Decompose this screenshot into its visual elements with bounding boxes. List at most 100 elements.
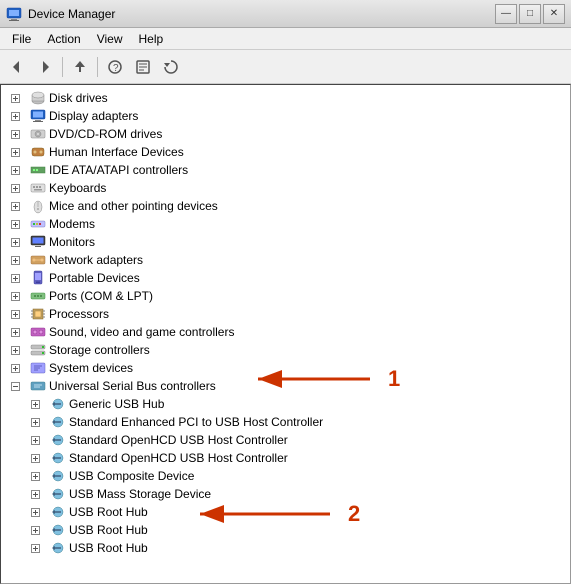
tree-expander[interactable] <box>27 504 43 520</box>
tree-item-dvd-cdrom[interactable]: DVD/CD-ROM drives <box>1 125 570 143</box>
tree-item-storage-controllers[interactable]: Storage controllers <box>1 341 570 359</box>
tree-item-label: Standard Enhanced PCI to USB Host Contro… <box>69 415 323 429</box>
close-button[interactable]: ✕ <box>543 4 565 24</box>
tree-item-icon-usb-device <box>50 432 66 448</box>
tree-item-icon-system <box>30 360 46 376</box>
tree-item-generic-usb-hub[interactable]: Generic USB Hub <box>1 395 570 413</box>
tree-item-label: Processors <box>49 307 109 321</box>
tree-expander[interactable] <box>27 540 43 556</box>
tree-item-label: USB Root Hub <box>69 523 148 537</box>
tree-item-system-devices[interactable]: System devices <box>1 359 570 377</box>
tree-expander[interactable] <box>7 180 23 196</box>
tree-item-sound-video[interactable]: Sound, video and game controllers <box>1 323 570 341</box>
tree-item-monitors[interactable]: Monitors <box>1 233 570 251</box>
tree-item-modems[interactable]: Modems <box>1 215 570 233</box>
tree-item-mice[interactable]: Mice and other pointing devices <box>1 197 570 215</box>
title-bar: Device Manager — □ ✕ <box>0 0 571 28</box>
back-icon <box>9 59 25 75</box>
tree-expander[interactable] <box>27 468 43 484</box>
minimize-button[interactable]: — <box>495 4 517 24</box>
tree-item-usb-root-hub-2[interactable]: USB Root Hub <box>1 521 570 539</box>
tree-item-label: DVD/CD-ROM drives <box>49 127 162 141</box>
tree-item-label: Standard OpenHCD USB Host Controller <box>69 433 288 447</box>
tree-expander[interactable] <box>27 486 43 502</box>
tree-expander[interactable] <box>7 252 23 268</box>
tree-item-ports[interactable]: Ports (COM & LPT) <box>1 287 570 305</box>
tree-expander[interactable] <box>7 360 23 376</box>
tree-item-human-interface[interactable]: Human Interface Devices <box>1 143 570 161</box>
main-area: Disk drivesDisplay adapters DVD/CD-ROM dr… <box>0 84 571 584</box>
tree-item-label: Storage controllers <box>49 343 150 357</box>
tree-expander[interactable] <box>7 288 23 304</box>
tree-expander[interactable] <box>7 126 23 142</box>
tree-item-usb-mass-storage[interactable]: USB Mass Storage Device <box>1 485 570 503</box>
device-tree[interactable]: Disk drivesDisplay adapters DVD/CD-ROM dr… <box>0 84 571 584</box>
tree-expander[interactable] <box>7 216 23 232</box>
tree-item-usb-root-hub-3[interactable]: USB Root Hub <box>1 539 570 557</box>
tree-item-display-adapters[interactable]: Display adapters <box>1 107 570 125</box>
tree-expander[interactable] <box>7 90 23 106</box>
tree-item-icon-display <box>30 108 46 124</box>
tree-item-icon-cpu <box>30 306 46 322</box>
tree-item-standard-openhcd-2[interactable]: Standard OpenHCD USB Host Controller <box>1 449 570 467</box>
up-icon <box>72 59 88 75</box>
tree-item-icon-usb-device <box>50 414 66 430</box>
tree-item-icon-mouse <box>30 198 46 214</box>
tree-item-standard-enhanced-pci[interactable]: Standard Enhanced PCI to USB Host Contro… <box>1 413 570 431</box>
tree-item-keyboards[interactable]: Keyboards <box>1 179 570 197</box>
tree-expander[interactable] <box>7 108 23 124</box>
app-icon <box>6 6 22 22</box>
up-button[interactable] <box>67 54 93 80</box>
toolbar-separator-2 <box>97 57 98 77</box>
main-wrapper: Disk drivesDisplay adapters DVD/CD-ROM dr… <box>0 84 571 584</box>
tree-item-processors[interactable]: Processors <box>1 305 570 323</box>
tree-expander[interactable] <box>7 306 23 322</box>
tree-expander[interactable] <box>7 342 23 358</box>
tree-expander[interactable] <box>7 378 23 394</box>
forward-button[interactable] <box>32 54 58 80</box>
forward-icon <box>37 59 53 75</box>
menu-help[interactable]: Help <box>131 30 172 48</box>
tree-expander[interactable] <box>7 270 23 286</box>
tree-item-icon-usb-device <box>50 504 66 520</box>
toolbar-separator-1 <box>62 57 63 77</box>
tree-expander[interactable] <box>7 198 23 214</box>
tree-item-standard-openhcd-1[interactable]: Standard OpenHCD USB Host Controller <box>1 431 570 449</box>
menu-view[interactable]: View <box>89 30 131 48</box>
tree-item-label: USB Root Hub <box>69 505 148 519</box>
maximize-button[interactable]: □ <box>519 4 541 24</box>
tree-item-icon-usb-device <box>50 450 66 466</box>
properties-button[interactable] <box>130 54 156 80</box>
back-button[interactable] <box>4 54 30 80</box>
tree-expander[interactable] <box>27 396 43 412</box>
tree-expander[interactable] <box>7 234 23 250</box>
tree-item-label: System devices <box>49 361 133 375</box>
tree-expander[interactable] <box>27 522 43 538</box>
tree-expander[interactable] <box>27 450 43 466</box>
tree-item-label: Human Interface Devices <box>49 145 184 159</box>
tree-expander[interactable] <box>7 324 23 340</box>
tree-item-label: Mice and other pointing devices <box>49 199 218 213</box>
tree-expander[interactable] <box>7 162 23 178</box>
tree-item-label: Sound, video and game controllers <box>49 325 234 339</box>
menu-action[interactable]: Action <box>39 30 88 48</box>
tree-item-icon-usb-device <box>50 522 66 538</box>
tree-item-disk-drives[interactable]: Disk drives <box>1 89 570 107</box>
tree-expander[interactable] <box>27 432 43 448</box>
tree-item-ide-ata[interactable]: IDE ATA/ATAPI controllers <box>1 161 570 179</box>
tree-item-portable-devices[interactable]: Portable Devices <box>1 269 570 287</box>
tree-item-icon-storage <box>30 342 46 358</box>
help-icon: ? <box>107 59 123 75</box>
menu-file[interactable]: File <box>4 30 39 48</box>
title-bar-left: Device Manager <box>6 6 115 22</box>
tree-item-usb-composite[interactable]: USB Composite Device <box>1 467 570 485</box>
tree-expander[interactable] <box>7 144 23 160</box>
tree-item-usb-controllers[interactable]: Universal Serial Bus controllers <box>1 377 570 395</box>
tree-expander[interactable] <box>27 414 43 430</box>
help-button[interactable]: ? <box>102 54 128 80</box>
update-button[interactable] <box>158 54 184 80</box>
title-bar-controls: — □ ✕ <box>495 4 565 24</box>
window-title: Device Manager <box>28 7 115 21</box>
tree-item-network-adapters[interactable]: Network adapters <box>1 251 570 269</box>
tree-item-usb-root-hub-1[interactable]: USB Root Hub <box>1 503 570 521</box>
